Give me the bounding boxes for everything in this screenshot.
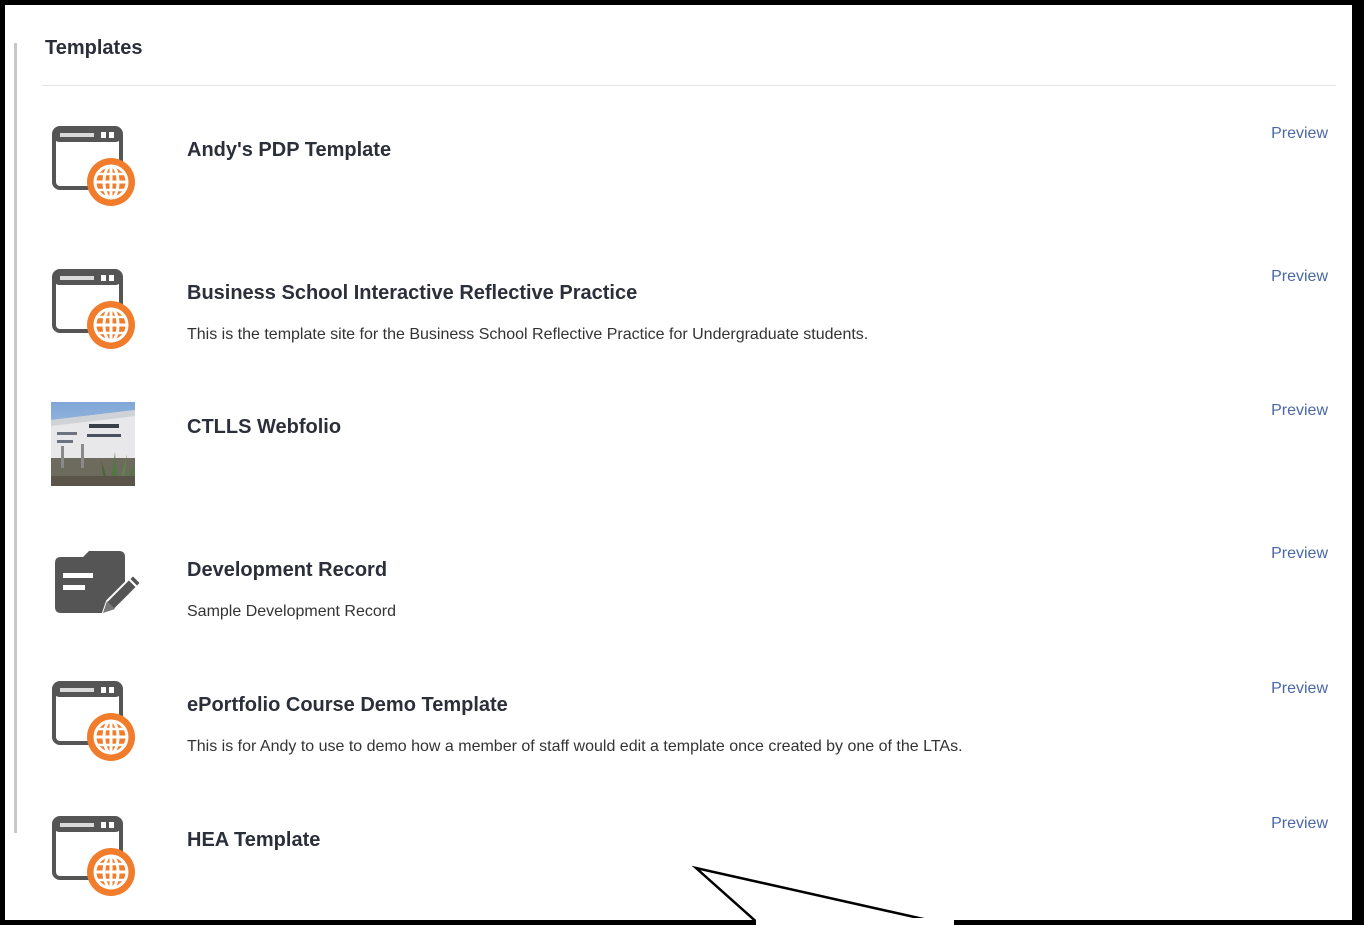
template-row: Development Record Sample Development Re… bbox=[5, 545, 1345, 675]
building-photo-thumbnail bbox=[51, 402, 135, 486]
web-template-icon bbox=[45, 125, 145, 215]
edit-record-icon bbox=[45, 545, 145, 635]
preview-link[interactable]: Preview bbox=[1271, 545, 1328, 563]
web-template-icon bbox=[45, 680, 145, 770]
template-name[interactable]: Development Record bbox=[187, 559, 387, 582]
template-name[interactable]: ePortfolio Course Demo Template bbox=[187, 694, 508, 717]
template-description: This is for Andy to use to demo how a me… bbox=[187, 738, 963, 755]
template-row: Andy's PDP Template Preview bbox=[5, 125, 1345, 255]
template-name[interactable]: CTLLS Webfolio bbox=[187, 416, 341, 439]
template-name[interactable]: HEA Template bbox=[187, 829, 320, 852]
template-name[interactable]: Andy's PDP Template bbox=[187, 139, 391, 162]
template-row: Business School Interactive Reflective P… bbox=[5, 268, 1345, 398]
template-name[interactable]: Business School Interactive Reflective P… bbox=[187, 282, 637, 305]
web-template-icon bbox=[45, 815, 145, 905]
title-divider bbox=[42, 85, 1336, 86]
preview-link[interactable]: Preview bbox=[1271, 815, 1328, 833]
template-description: Sample Development Record bbox=[187, 603, 396, 620]
template-row: CTLLS Webfolio Preview bbox=[5, 402, 1345, 532]
preview-link[interactable]: Preview bbox=[1271, 268, 1328, 286]
panel-title: Templates bbox=[45, 37, 143, 59]
template-description: This is the template site for the Busine… bbox=[187, 326, 869, 343]
templates-panel: Templates Andy's PDP Template Preview Bu… bbox=[0, 0, 1364, 925]
preview-link[interactable]: Preview bbox=[1271, 680, 1328, 698]
template-row: HEA Template Preview bbox=[5, 815, 1345, 920]
preview-link[interactable]: Preview bbox=[1271, 125, 1328, 143]
web-template-icon bbox=[45, 268, 145, 358]
template-row: ePortfolio Course Demo Template This is … bbox=[5, 680, 1345, 810]
preview-link[interactable]: Preview bbox=[1271, 402, 1328, 420]
